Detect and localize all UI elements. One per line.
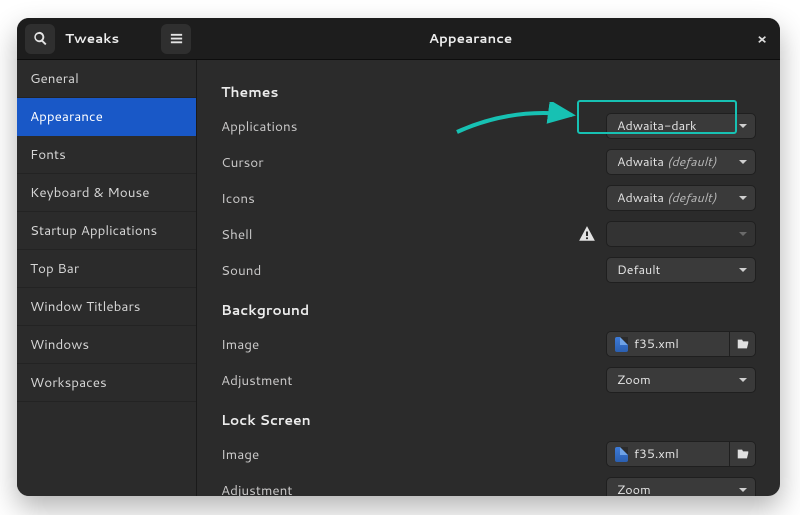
row-applications: Applications Adwaita-dark [221,108,756,144]
file-icon [615,447,628,462]
sound-theme-dropdown[interactable]: Default [606,257,756,283]
background-image-browse-button[interactable] [729,332,755,356]
content-pane: Themes Applications Adwaita-dark Cursor … [197,60,780,496]
row-ls-adjustment: Adjustment Zoom [221,472,756,496]
warning-icon [578,225,596,243]
chevron-down-icon [739,124,747,128]
lockscreen-adjustment-value: Zoom [617,481,733,496]
sidebar-item-workspaces[interactable]: Workspaces [17,364,196,402]
titlebar: Tweaks Appearance × [17,18,780,60]
chevron-down-icon [739,488,747,492]
row-ls-image: Image f35.xml [221,436,756,472]
label-cursor: Cursor [221,153,421,172]
label-bg-adjustment: Adjustment [221,371,421,390]
section-title-lockscreen: Lock Screen [221,410,756,430]
lockscreen-image-chooser[interactable]: f35.xml [606,441,756,467]
app-title: Tweaks [61,29,119,48]
lockscreen-image-browse-button[interactable] [729,442,755,466]
icons-theme-dropdown[interactable]: Adwaita(default) [606,185,756,211]
page-title: Appearance [197,29,744,48]
sidebar-item-fonts[interactable]: Fonts [17,136,196,174]
label-applications: Applications [221,117,421,136]
label-icons: Icons [221,189,421,208]
folder-open-icon [736,447,750,461]
lockscreen-adjustment-dropdown[interactable]: Zoom [606,477,756,496]
applications-theme-value: Adwaita-dark [617,117,733,135]
label-ls-image: Image [221,445,421,464]
row-shell: Shell [221,216,756,252]
row-bg-adjustment: Adjustment Zoom [221,362,756,398]
label-shell: Shell [221,225,421,244]
sidebar-item-startup-applications[interactable]: Startup Applications [17,212,196,250]
background-adjustment-dropdown[interactable]: Zoom [606,367,756,393]
folder-open-icon [736,337,750,351]
cursor-theme-value: Adwaita(default) [617,153,733,171]
chevron-down-icon [739,378,747,382]
label-ls-adjustment: Adjustment [221,481,421,497]
applications-theme-dropdown[interactable]: Adwaita-dark [606,113,756,139]
sidebar-item-windows[interactable]: Windows [17,326,196,364]
label-sound: Sound [221,261,421,280]
sidebar-item-window-titlebars[interactable]: Window Titlebars [17,288,196,326]
sound-theme-value: Default [617,261,733,279]
background-image-chooser[interactable]: f35.xml [606,331,756,357]
close-icon: × [757,29,767,49]
sidebar-item-general[interactable]: General [17,60,196,98]
icons-theme-value: Adwaita(default) [617,189,733,207]
row-bg-image: Image f35.xml [221,326,756,362]
lockscreen-image-value: f35.xml [634,445,679,463]
section-lockscreen: Lock Screen Image f35.xml [221,410,756,496]
menu-button[interactable] [161,24,191,54]
sidebar-item-keyboard-mouse[interactable]: Keyboard & Mouse [17,174,196,212]
chevron-down-icon [739,268,747,272]
background-adjustment-value: Zoom [617,371,733,389]
cursor-theme-dropdown[interactable]: Adwaita(default) [606,149,756,175]
label-bg-image: Image [221,335,421,354]
background-image-value: f35.xml [634,335,679,353]
background-image-main[interactable]: f35.xml [607,332,729,356]
section-background: Background Image f35.xml [221,300,756,398]
titlebar-left: Tweaks [17,24,197,54]
hamburger-icon [169,31,184,46]
row-icons: Icons Adwaita(default) [221,180,756,216]
sidebar: General Appearance Fonts Keyboard & Mous… [17,60,197,496]
shell-theme-dropdown [606,221,756,247]
tweaks-window: Tweaks Appearance × General Appearance F… [17,18,780,496]
section-title-background: Background [221,300,756,320]
search-button[interactable] [25,24,55,54]
search-icon [33,31,48,46]
file-icon [615,337,628,352]
row-cursor: Cursor Adwaita(default) [221,144,756,180]
chevron-down-icon [739,232,747,236]
section-title-themes: Themes [221,82,756,102]
chevron-down-icon [739,160,747,164]
sidebar-item-appearance[interactable]: Appearance [17,98,196,136]
section-themes: Themes Applications Adwaita-dark Cursor … [221,82,756,288]
lockscreen-image-main[interactable]: f35.xml [607,442,729,466]
row-sound: Sound Default [221,252,756,288]
chevron-down-icon [739,196,747,200]
sidebar-item-top-bar[interactable]: Top Bar [17,250,196,288]
close-button[interactable]: × [757,29,767,49]
